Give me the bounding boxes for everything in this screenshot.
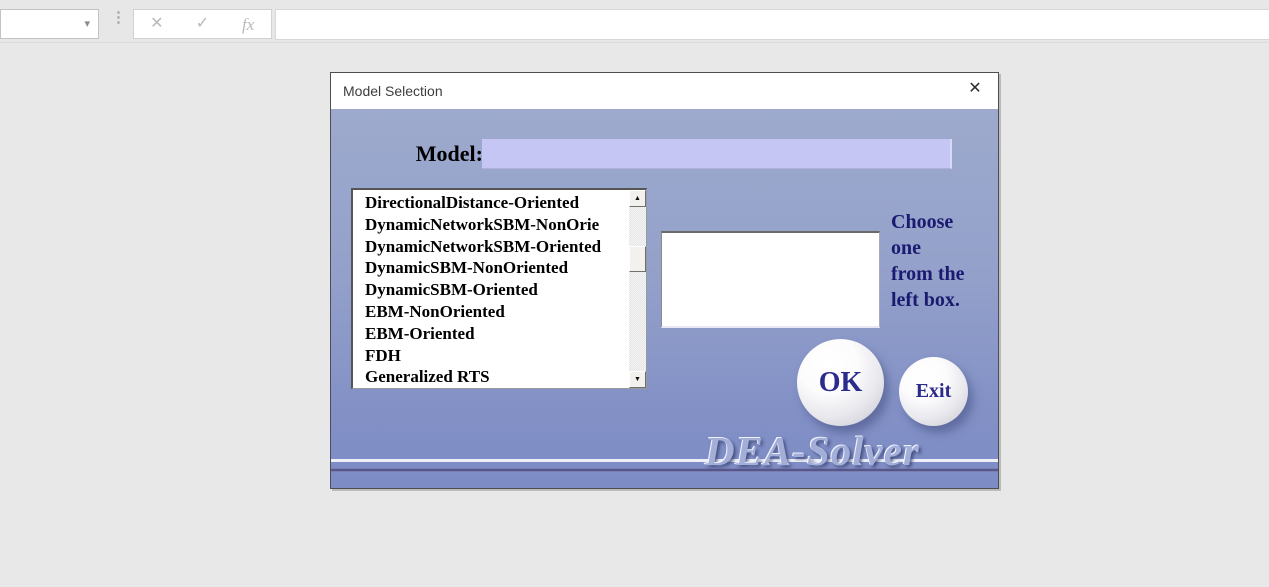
- list-item[interactable]: DynamicSBM-Oriented: [365, 279, 629, 301]
- excel-formula-bar: ▾ ⋮ ✕ ✓ fx: [0, 0, 1269, 43]
- close-icon[interactable]: ✕: [965, 81, 985, 101]
- list-item[interactable]: DirectionalDistance-Oriented: [365, 192, 629, 214]
- cancel-icon[interactable]: ✕: [140, 16, 174, 32]
- drag-handle-icon: ⋮: [111, 9, 126, 26]
- hint-text: Choose one from the left box.: [891, 209, 998, 313]
- insert-function-icon[interactable]: fx: [231, 16, 265, 33]
- model-input[interactable]: [482, 139, 952, 169]
- scroll-up-icon[interactable]: ▲: [629, 190, 646, 207]
- list-item[interactable]: FDH: [365, 345, 629, 367]
- name-box[interactable]: ▾: [0, 9, 99, 39]
- model-listbox[interactable]: DirectionalDistance-Oriented DynamicNetwo…: [351, 188, 647, 389]
- list-item[interactable]: DynamicNetworkSBM-NonOrie: [365, 214, 629, 236]
- hint-line: one: [891, 237, 921, 259]
- enter-icon[interactable]: ✓: [185, 16, 219, 32]
- hint-line: left box.: [891, 289, 960, 311]
- list-item[interactable]: EBM-NonOriented: [365, 301, 629, 323]
- exit-button[interactable]: Exit: [899, 357, 968, 426]
- formula-buttons: ✕ ✓ fx: [133, 9, 272, 39]
- dialog-body: Model: DirectionalDistance-Oriented Dynam…: [331, 109, 998, 488]
- selected-model-box: [661, 231, 880, 328]
- dea-solver-logo: DEA-Solver: [705, 428, 920, 474]
- model-selection-dialog: Model Selection ✕ Model: DirectionalDist…: [330, 72, 999, 489]
- hint-line: Choose: [891, 211, 954, 233]
- ok-button[interactable]: OK: [797, 339, 884, 426]
- chevron-down-icon[interactable]: ▾: [84, 17, 90, 30]
- dialog-title: Model Selection: [343, 83, 443, 99]
- list-item[interactable]: EBM-Oriented: [365, 323, 629, 345]
- hint-line: from the: [891, 263, 965, 285]
- model-list-items: DirectionalDistance-Oriented DynamicNetwo…: [353, 190, 629, 388]
- listbox-scrollbar[interactable]: ▲ ▼: [629, 190, 646, 388]
- scroll-down-icon[interactable]: ▼: [629, 371, 646, 388]
- list-item[interactable]: DynamicSBM-NonOriented: [365, 257, 629, 279]
- list-item[interactable]: DynamicNetworkSBM-Oriented: [365, 236, 629, 258]
- model-label: Model:: [415, 141, 483, 166]
- dialog-titlebar[interactable]: Model Selection ✕: [331, 73, 998, 109]
- scrollbar-thumb[interactable]: [629, 246, 646, 272]
- list-item[interactable]: Generalized RTS: [365, 366, 629, 388]
- formula-input[interactable]: [275, 9, 1269, 40]
